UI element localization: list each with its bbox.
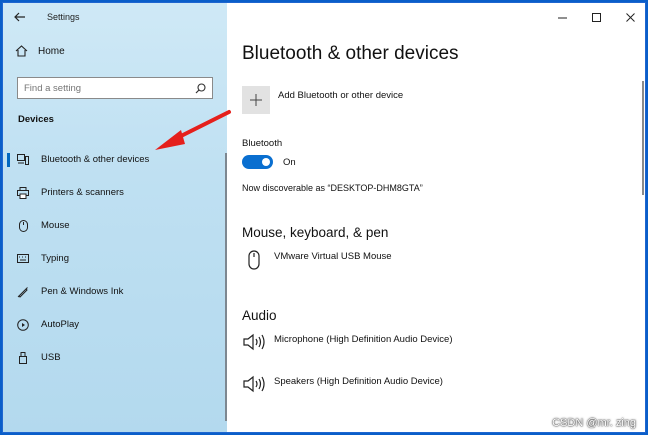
watermark: CSDN @mr. zing <box>552 417 636 429</box>
bluetooth-toggle-row: On <box>242 155 296 169</box>
printer-icon <box>17 186 29 199</box>
main-content: Bluetooth & other devices Add Bluetooth … <box>227 3 645 432</box>
home-label: Home <box>38 45 65 57</box>
sidebar-item-label: Typing <box>41 253 69 264</box>
bluetooth-label: Bluetooth <box>242 138 283 149</box>
mouse-icon <box>242 249 266 273</box>
sidebar-item-autoplay[interactable]: AutoPlay <box>3 308 223 341</box>
bluetooth-toggle[interactable] <box>242 155 273 169</box>
mouse-icon <box>17 219 29 232</box>
close-button[interactable] <box>613 3 645 31</box>
pen-icon <box>17 286 29 298</box>
sidebar-item-typing[interactable]: Typing <box>3 242 223 275</box>
settings-window: Settings Home Devices Bluetooth & other … <box>2 2 646 433</box>
discoverable-text: Now discoverable as “DESKTOP-DHM8GTA” <box>242 183 423 193</box>
main-scrollbar[interactable] <box>642 81 644 195</box>
audio-device-item[interactable]: Microphone (High Definition Audio Device… <box>242 332 452 356</box>
section-label: Devices <box>18 114 54 125</box>
red-arrow-annotation <box>155 110 231 150</box>
bluetooth-devices-icon <box>17 154 29 166</box>
plus-icon <box>242 86 270 114</box>
maximize-icon <box>591 12 601 22</box>
audio-device-item[interactable]: Speakers (High Definition Audio Device) <box>242 374 443 398</box>
minimize-icon <box>557 17 567 18</box>
maximize-button[interactable] <box>579 3 613 31</box>
search-box[interactable] <box>17 77 213 99</box>
sidebar-item-label: Pen & Windows Ink <box>41 286 124 297</box>
device-label: Speakers (High Definition Audio Device) <box>274 376 443 387</box>
device-label: Microphone (High Definition Audio Device… <box>274 334 453 345</box>
home-icon <box>15 45 28 57</box>
sidebar: Settings Home Devices Bluetooth & other … <box>3 3 228 432</box>
search-input[interactable] <box>24 82 184 94</box>
search-icon[interactable] <box>195 82 206 94</box>
speaker-icon <box>242 374 266 398</box>
add-device-button[interactable]: Add Bluetooth or other device <box>242 86 403 114</box>
sidebar-item-mouse[interactable]: Mouse <box>3 209 223 242</box>
page-title: Bluetooth & other devices <box>242 43 459 64</box>
keyboard-icon <box>17 253 29 265</box>
home-link[interactable]: Home <box>15 45 65 57</box>
back-arrow-icon <box>14 12 25 22</box>
mouse-keyboard-heading: Mouse, keyboard, & pen <box>242 225 389 240</box>
window-title: Settings <box>47 12 80 22</box>
autoplay-icon <box>17 318 29 331</box>
sidebar-item-label: Mouse <box>41 220 70 231</box>
add-device-label: Add Bluetooth or other device <box>278 90 404 101</box>
back-button[interactable] <box>3 3 37 31</box>
mouse-device-item[interactable]: VMware Virtual USB Mouse <box>242 249 392 273</box>
close-icon <box>625 12 635 22</box>
sidebar-item-pen[interactable]: Pen & Windows Ink <box>3 275 223 308</box>
sidebar-item-printers[interactable]: Printers & scanners <box>3 176 223 209</box>
speaker-icon <box>242 332 266 356</box>
sidebar-item-label: USB <box>41 352 61 363</box>
bluetooth-state: On <box>283 156 296 168</box>
device-label: VMware Virtual USB Mouse <box>274 251 392 262</box>
sidebar-item-usb[interactable]: USB <box>3 341 223 374</box>
window-controls <box>545 3 645 31</box>
sidebar-nav: Bluetooth & other devices Printers & sca… <box>3 143 223 374</box>
audio-heading: Audio <box>242 308 277 323</box>
minimize-button[interactable] <box>545 3 579 31</box>
sidebar-item-label: Bluetooth & other devices <box>41 154 150 165</box>
sidebar-item-label: Printers & scanners <box>41 187 124 198</box>
title-bar: Settings <box>3 3 227 31</box>
sidebar-item-label: AutoPlay <box>41 319 80 330</box>
usb-icon <box>17 351 29 364</box>
